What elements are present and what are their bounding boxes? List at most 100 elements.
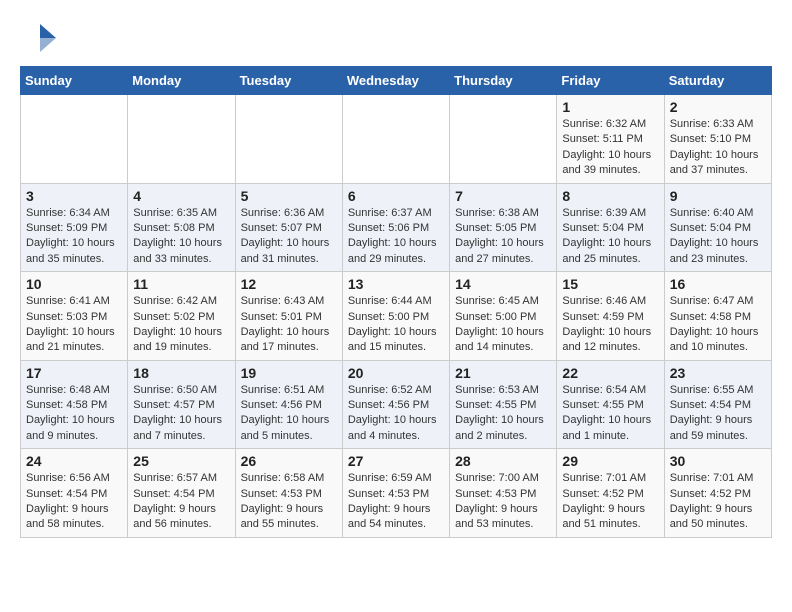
day-number: 10 — [26, 276, 122, 292]
calendar-cell: 20 Sunrise: 6:52 AM Sunset: 4:56 PM Dayli… — [342, 360, 449, 449]
day-detail: Sunrise: 7:01 AM Sunset: 4:52 PM Dayligh… — [562, 471, 658, 533]
day-number: 22 — [562, 365, 658, 381]
day-detail: Sunrise: 6:59 AM Sunset: 4:53 PM Dayligh… — [348, 471, 444, 533]
calendar-cell: 12 Sunrise: 6:43 AM Sunset: 5:01 PM Dayli… — [235, 272, 342, 361]
day-detail: Sunrise: 6:41 AM Sunset: 5:03 PM Dayligh… — [26, 294, 122, 356]
calendar-cell: 26 Sunrise: 6:58 AM Sunset: 4:53 PM Dayli… — [235, 449, 342, 538]
calendar-week-row: 10 Sunrise: 6:41 AM Sunset: 5:03 PM Dayli… — [21, 272, 772, 361]
day-number: 11 — [133, 276, 229, 292]
calendar-cell: 10 Sunrise: 6:41 AM Sunset: 5:03 PM Dayli… — [21, 272, 128, 361]
day-detail: Sunrise: 6:36 AM Sunset: 5:07 PM Dayligh… — [241, 206, 337, 268]
day-number: 30 — [670, 453, 766, 469]
day-number: 12 — [241, 276, 337, 292]
day-detail: Sunrise: 6:50 AM Sunset: 4:57 PM Dayligh… — [133, 383, 229, 445]
day-number: 23 — [670, 365, 766, 381]
calendar-header-row: SundayMondayTuesdayWednesdayThursdayFrid… — [21, 67, 772, 95]
day-detail: Sunrise: 6:35 AM Sunset: 5:08 PM Dayligh… — [133, 206, 229, 268]
day-detail: Sunrise: 6:54 AM Sunset: 4:55 PM Dayligh… — [562, 383, 658, 445]
day-detail: Sunrise: 7:01 AM Sunset: 4:52 PM Dayligh… — [670, 471, 766, 533]
calendar-cell: 7 Sunrise: 6:38 AM Sunset: 5:05 PM Daylig… — [450, 183, 557, 272]
day-number: 19 — [241, 365, 337, 381]
day-detail: Sunrise: 6:52 AM Sunset: 4:56 PM Dayligh… — [348, 383, 444, 445]
calendar-cell: 22 Sunrise: 6:54 AM Sunset: 4:55 PM Dayli… — [557, 360, 664, 449]
day-number: 26 — [241, 453, 337, 469]
calendar-cell: 3Sunrise: 6:34 AM Sunset: 5:09 PM Daylig… — [21, 183, 128, 272]
calendar-cell: 9 Sunrise: 6:40 AM Sunset: 5:04 PM Daylig… — [664, 183, 771, 272]
day-detail: Sunrise: 6:57 AM Sunset: 4:54 PM Dayligh… — [133, 471, 229, 533]
day-number: 9 — [670, 188, 766, 204]
calendar-week-row: 24 Sunrise: 6:56 AM Sunset: 4:54 PM Dayli… — [21, 449, 772, 538]
logo-icon — [20, 20, 56, 56]
day-detail: Sunrise: 6:40 AM Sunset: 5:04 PM Dayligh… — [670, 206, 766, 268]
day-number: 6 — [348, 188, 444, 204]
day-detail: Sunrise: 6:55 AM Sunset: 4:54 PM Dayligh… — [670, 383, 766, 445]
day-detail: Sunrise: 6:38 AM Sunset: 5:05 PM Dayligh… — [455, 206, 551, 268]
day-number: 24 — [26, 453, 122, 469]
day-number: 29 — [562, 453, 658, 469]
day-detail: Sunrise: 7:00 AM Sunset: 4:53 PM Dayligh… — [455, 471, 551, 533]
calendar-cell: 27 Sunrise: 6:59 AM Sunset: 4:53 PM Dayli… — [342, 449, 449, 538]
day-number: 3 — [26, 188, 122, 204]
day-number: 20 — [348, 365, 444, 381]
calendar-cell: 5 Sunrise: 6:36 AM Sunset: 5:07 PM Daylig… — [235, 183, 342, 272]
day-number: 28 — [455, 453, 551, 469]
day-detail: Sunrise: 6:56 AM Sunset: 4:54 PM Dayligh… — [26, 471, 122, 533]
day-detail: Sunrise: 6:53 AM Sunset: 4:55 PM Dayligh… — [455, 383, 551, 445]
day-detail: Sunrise: 6:44 AM Sunset: 5:00 PM Dayligh… — [348, 294, 444, 356]
day-number: 5 — [241, 188, 337, 204]
day-number: 21 — [455, 365, 551, 381]
calendar-cell: 16Sunrise: 6:47 AM Sunset: 4:58 PM Dayli… — [664, 272, 771, 361]
column-header-sunday: Sunday — [21, 67, 128, 95]
column-header-thursday: Thursday — [450, 67, 557, 95]
calendar-cell: 8 Sunrise: 6:39 AM Sunset: 5:04 PM Daylig… — [557, 183, 664, 272]
day-number: 14 — [455, 276, 551, 292]
calendar-cell: 19 Sunrise: 6:51 AM Sunset: 4:56 PM Dayli… — [235, 360, 342, 449]
day-detail: Sunrise: 6:39 AM Sunset: 5:04 PM Dayligh… — [562, 206, 658, 268]
day-detail: Sunrise: 6:43 AM Sunset: 5:01 PM Dayligh… — [241, 294, 337, 356]
day-number: 27 — [348, 453, 444, 469]
day-number: 2 — [670, 99, 766, 115]
calendar-cell: 25 Sunrise: 6:57 AM Sunset: 4:54 PM Dayli… — [128, 449, 235, 538]
day-number: 18 — [133, 365, 229, 381]
column-header-wednesday: Wednesday — [342, 67, 449, 95]
day-number: 15 — [562, 276, 658, 292]
calendar-cell: 2Sunrise: 6:33 AM Sunset: 5:10 PM Daylig… — [664, 95, 771, 184]
calendar-cell: 4 Sunrise: 6:35 AM Sunset: 5:08 PM Daylig… — [128, 183, 235, 272]
column-header-friday: Friday — [557, 67, 664, 95]
day-detail: Sunrise: 6:51 AM Sunset: 4:56 PM Dayligh… — [241, 383, 337, 445]
calendar-cell: 29 Sunrise: 7:01 AM Sunset: 4:52 PM Dayli… — [557, 449, 664, 538]
day-number: 8 — [562, 188, 658, 204]
calendar-table: SundayMondayTuesdayWednesdayThursdayFrid… — [20, 66, 772, 538]
calendar-cell: 18 Sunrise: 6:50 AM Sunset: 4:57 PM Dayli… — [128, 360, 235, 449]
calendar-cell — [235, 95, 342, 184]
column-header-saturday: Saturday — [664, 67, 771, 95]
column-header-tuesday: Tuesday — [235, 67, 342, 95]
day-detail: Sunrise: 6:58 AM Sunset: 4:53 PM Dayligh… — [241, 471, 337, 533]
day-number: 17 — [26, 365, 122, 381]
calendar-cell: 23 Sunrise: 6:55 AM Sunset: 4:54 PM Dayli… — [664, 360, 771, 449]
calendar-cell: 24 Sunrise: 6:56 AM Sunset: 4:54 PM Dayli… — [21, 449, 128, 538]
calendar-cell: 17 Sunrise: 6:48 AM Sunset: 4:58 PM Dayli… — [21, 360, 128, 449]
calendar-cell — [450, 95, 557, 184]
day-detail: Sunrise: 6:48 AM Sunset: 4:58 PM Dayligh… — [26, 383, 122, 445]
column-header-monday: Monday — [128, 67, 235, 95]
calendar-week-row: 1 Sunrise: 6:32 AM Sunset: 5:11 PM Daylig… — [21, 95, 772, 184]
calendar-cell: 28 Sunrise: 7:00 AM Sunset: 4:53 PM Dayli… — [450, 449, 557, 538]
day-number: 25 — [133, 453, 229, 469]
day-number: 1 — [562, 99, 658, 115]
calendar-cell: 15 Sunrise: 6:46 AM Sunset: 4:59 PM Dayli… — [557, 272, 664, 361]
calendar-cell: 21 Sunrise: 6:53 AM Sunset: 4:55 PM Dayli… — [450, 360, 557, 449]
calendar-cell: 6Sunrise: 6:37 AM Sunset: 5:06 PM Daylig… — [342, 183, 449, 272]
calendar-cell: 1 Sunrise: 6:32 AM Sunset: 5:11 PM Daylig… — [557, 95, 664, 184]
day-detail: Sunrise: 6:42 AM Sunset: 5:02 PM Dayligh… — [133, 294, 229, 356]
day-number: 4 — [133, 188, 229, 204]
page-header — [20, 20, 772, 56]
calendar-cell — [21, 95, 128, 184]
day-detail: Sunrise: 6:32 AM Sunset: 5:11 PM Dayligh… — [562, 117, 658, 179]
day-number: 13 — [348, 276, 444, 292]
day-detail: Sunrise: 6:45 AM Sunset: 5:00 PM Dayligh… — [455, 294, 551, 356]
calendar-cell: 14 Sunrise: 6:45 AM Sunset: 5:00 PM Dayli… — [450, 272, 557, 361]
day-number: 7 — [455, 188, 551, 204]
day-detail: Sunrise: 6:46 AM Sunset: 4:59 PM Dayligh… — [562, 294, 658, 356]
calendar-week-row: 3Sunrise: 6:34 AM Sunset: 5:09 PM Daylig… — [21, 183, 772, 272]
